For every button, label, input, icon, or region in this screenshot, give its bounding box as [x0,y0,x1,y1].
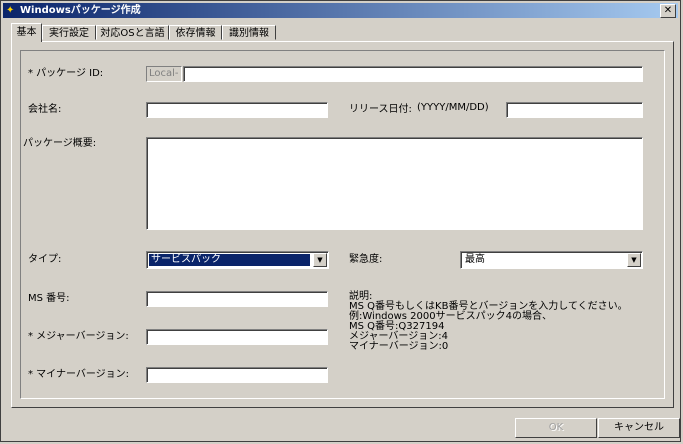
release-date-input[interactable] [506,102,643,118]
package-id-prefix: Local- [146,66,182,82]
summary-textarea[interactable] [146,137,643,230]
urgency-dropdown-arrow-icon[interactable]: ▼ [627,253,641,267]
help-text: 説明: MS Q番号もしくはKB番号とバージョンを入力してください。 例:Win… [349,292,628,352]
ms-number-input[interactable] [146,291,328,307]
cancel-button[interactable]: キャンセル [598,418,680,438]
tab-execution-settings[interactable]: 実行設定 [42,25,96,40]
tab-supported-os-language[interactable]: 対応OSと言語 [96,25,169,40]
major-version-label: * メジャーバージョン: [28,331,129,342]
app-icon: ✦ [6,5,15,16]
type-select[interactable]: サービスパック ▼ [146,251,329,269]
summary-label: パッケージ概要: [23,138,97,149]
type-dropdown-arrow-icon[interactable]: ▼ [313,253,327,267]
window-title: Windowsパッケージ作成 [20,5,141,16]
package-id-label: * パッケージ ID: [28,68,104,79]
close-button[interactable]: ✕ [660,4,676,18]
company-input[interactable] [146,102,328,118]
dialog-window: ✦ Windowsパッケージ作成 ✕ 基本 実行設定 対応OSと言語 依存情報 … [0,0,681,442]
tab-identification[interactable]: 識別情報 [222,25,276,40]
help-line: マイナーバージョン:0 [349,341,449,352]
tab-basic[interactable]: 基本 [11,23,42,42]
ok-button[interactable]: OK [515,418,597,438]
type-select-value: サービスパック [149,254,310,266]
urgency-label: 緊急度: [349,254,383,265]
release-date-label: リリース日付: [349,104,412,115]
minor-version-label: * マイナーバージョン: [28,369,130,380]
release-date-format: (YYYY/MM/DD) [417,102,489,113]
minor-version-input[interactable] [146,367,328,383]
tab-dependencies[interactable]: 依存情報 [169,25,222,40]
urgency-select-value: 最高 [465,254,485,265]
company-label: 会社名: [28,104,62,115]
urgency-select[interactable]: 最高 ▼ [460,251,643,269]
title-bar[interactable]: ✦ Windowsパッケージ作成 ✕ [3,3,678,18]
ms-number-label: MS 番号: [28,293,70,304]
type-label: タイプ: [28,254,62,265]
package-id-input[interactable] [183,66,643,82]
major-version-input[interactable] [146,329,328,345]
